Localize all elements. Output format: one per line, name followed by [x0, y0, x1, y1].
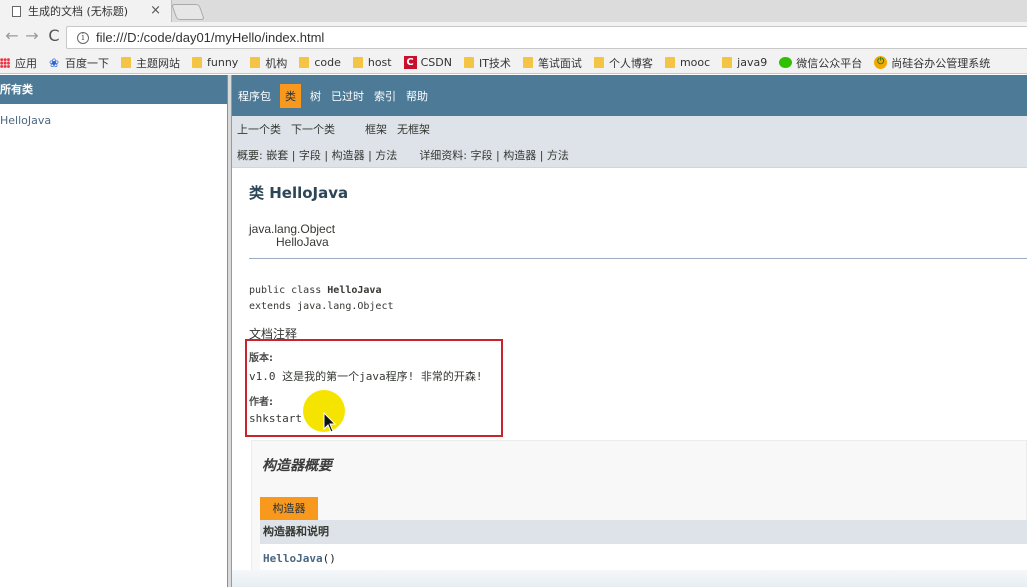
- url-text[interactable]: file:///D:/code/day01/myHello/index.html: [96, 30, 324, 45]
- constructor-summary-title: 构造器概要: [262, 458, 332, 474]
- wechat-icon: [779, 57, 793, 68]
- folder-icon: [250, 57, 261, 68]
- prev-class-link[interactable]: 上一个类: [237, 121, 281, 137]
- bookmark-item[interactable]: 微信公众平台: [779, 55, 862, 71]
- folder-icon: [352, 57, 363, 68]
- bookmark-item[interactable]: ⏻ 尚硅谷办公管理系统: [874, 55, 990, 71]
- nav-help[interactable]: 帮助: [405, 84, 429, 108]
- folder-icon: [463, 57, 474, 68]
- bookmark-label: 尚硅谷办公管理系统: [891, 56, 991, 70]
- bookmark-item[interactable]: ❀ 百度一下: [49, 55, 109, 71]
- detail-links[interactable]: 详细资料: 字段 | 构造器 | 方法: [419, 147, 569, 163]
- inheritance-tree: java.lang.Object HelloJava: [249, 223, 1027, 249]
- bottom-decoration: [232, 570, 1027, 587]
- constructor-params: (): [322, 552, 336, 565]
- bookmark-item[interactable]: mooc: [664, 56, 711, 69]
- bookmark-label: 应用: [15, 56, 37, 70]
- bookmark-item[interactable]: host: [352, 56, 392, 69]
- class-detail-frame: 程序包 类 树 已过时 索引 帮助 上一个类 下一个类 框架 无框架 概要: 嵌…: [232, 75, 1027, 587]
- folder-icon: [593, 57, 604, 68]
- subclass-name: HelloJava: [276, 235, 329, 249]
- forward-arrow-icon[interactable]: →: [24, 28, 40, 44]
- constructor-link[interactable]: HelloJava: [263, 552, 323, 565]
- folder-icon: [299, 57, 310, 68]
- power-icon: ⏻: [874, 56, 888, 69]
- constructor-caption-tab: 构造器: [260, 497, 318, 520]
- divider: [249, 258, 1027, 259]
- bookmark-item[interactable]: 主题网站: [121, 55, 180, 71]
- folder-icon: [522, 57, 533, 68]
- summary-links[interactable]: 概要: 嵌套 | 字段 | 构造器 | 方法: [237, 147, 397, 163]
- info-icon[interactable]: i: [77, 31, 89, 44]
- bookmark-label: 百度一下: [65, 56, 109, 70]
- class-link-hellojava[interactable]: HelloJava: [0, 114, 227, 127]
- bookmarks-bar: 应用 ❀ 百度一下 主题网站 funny 机构 code host C CSDN IT技术 笔试面试 个…: [0, 52, 1027, 74]
- author-value: shkstart: [249, 412, 302, 425]
- author-label: 作者:: [249, 397, 273, 408]
- bookmark-item[interactable]: funny: [192, 56, 238, 69]
- all-classes-frame: 所有类 HelloJava: [0, 75, 228, 587]
- version-label: 版本:: [249, 353, 273, 364]
- sub-nav: 上一个类 下一个类 框架 无框架 概要: 嵌套 | 字段 | 构造器 | 方法 …: [232, 116, 1027, 168]
- version-value: v1.0 这是我的第一个java程序! 非常的开森!: [249, 370, 483, 383]
- folder-icon: [722, 57, 733, 68]
- bookmark-label: CSDN: [420, 56, 452, 69]
- baidu-paw-icon: ❀: [49, 55, 60, 70]
- nav-tree[interactable]: 树: [309, 84, 322, 108]
- bookmark-item[interactable]: code: [299, 56, 341, 69]
- class-signature: public class HelloJava extends java.lang…: [249, 283, 1027, 315]
- folder-icon: [121, 57, 131, 68]
- constructor-column-header: 构造器和说明: [260, 520, 1027, 544]
- folder-icon: [192, 57, 202, 68]
- frames-link[interactable]: 框架: [365, 121, 387, 137]
- no-frames-link[interactable]: 无框架: [397, 121, 430, 137]
- bookmark-label: funny: [207, 56, 239, 69]
- all-classes-header: 所有类: [0, 75, 227, 104]
- close-icon[interactable]: ×: [150, 3, 161, 18]
- browser-tab[interactable]: 生成的文档 (无标题) ×: [0, 0, 172, 22]
- bookmark-item[interactable]: java9: [722, 56, 767, 69]
- bookmark-label: 机构: [265, 56, 288, 70]
- constructor-summary: 构造器概要 构造器 构造器和说明 HelloJava(): [251, 440, 1027, 587]
- nav-deprecated[interactable]: 已过时: [330, 84, 365, 108]
- reload-icon[interactable]: C: [46, 28, 62, 44]
- bookmark-label: IT技术: [478, 56, 511, 70]
- signature-class-name: HelloJava: [327, 285, 382, 296]
- bookmark-item[interactable]: 机构: [250, 55, 287, 71]
- bookmark-label: host: [367, 56, 392, 69]
- mouse-pointer-icon: [323, 412, 337, 433]
- bookmark-label: 个人博客: [608, 56, 653, 70]
- bookmark-item[interactable]: C CSDN: [403, 56, 452, 69]
- csdn-icon: C: [403, 56, 417, 69]
- folder-icon: [664, 57, 675, 68]
- class-title: 类 HelloJava: [249, 184, 349, 202]
- document-icon: [12, 5, 21, 17]
- bookmark-label: code: [314, 56, 341, 69]
- bookmark-item[interactable]: 应用: [0, 55, 37, 71]
- superclass-name: java.lang.Object: [249, 222, 336, 236]
- apps-icon: [0, 57, 10, 68]
- bookmark-label: 主题网站: [136, 56, 180, 70]
- bookmark-item[interactable]: IT技术: [463, 55, 511, 71]
- nav-class-active: 类: [280, 83, 301, 108]
- bookmark-label: java9: [737, 56, 768, 69]
- bookmark-label: mooc: [679, 56, 711, 69]
- bookmark-label: 笔试面试: [537, 56, 582, 70]
- bookmark-item[interactable]: 个人博客: [593, 55, 653, 71]
- bookmark-label: 微信公众平台: [796, 56, 863, 70]
- browser-toolbar: ← → C i file:///D:/code/day01/myHello/in…: [0, 22, 1027, 52]
- back-arrow-icon[interactable]: ←: [4, 28, 20, 44]
- new-tab-button[interactable]: [171, 4, 205, 20]
- address-bar[interactable]: i file:///D:/code/day01/myHello/index.ht…: [66, 26, 1027, 49]
- top-nav-bar: 程序包 类 树 已过时 索引 帮助: [232, 75, 1027, 116]
- nav-index[interactable]: 索引: [373, 84, 397, 108]
- signature-prefix: public class: [249, 285, 328, 296]
- nav-package[interactable]: 程序包: [237, 84, 272, 108]
- bookmark-item[interactable]: 笔试面试: [522, 55, 582, 71]
- next-class-link[interactable]: 下一个类: [291, 121, 335, 137]
- signature-extends: extends java.lang.Object: [249, 301, 394, 312]
- tab-title: 生成的文档 (无标题): [28, 5, 129, 18]
- tab-strip: 生成的文档 (无标题) ×: [0, 0, 1027, 22]
